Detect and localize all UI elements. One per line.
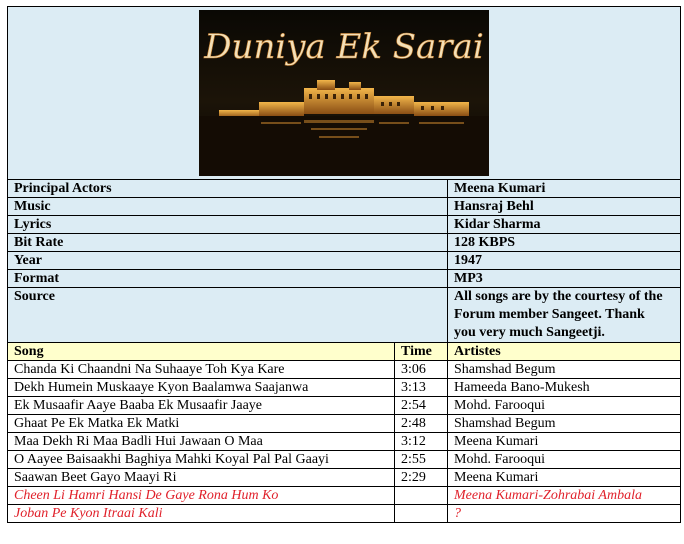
info-label: Music (7, 197, 448, 216)
song-artists: Meena Kumari (447, 432, 681, 451)
info-row-music: Music Hansraj Behl (7, 197, 681, 216)
info-value: Meena Kumari (447, 179, 681, 198)
song-artists: Shamshad Begum (447, 414, 681, 433)
movie-banner-image: Duniya Ek Sarai (199, 10, 489, 176)
song-row: Maa Dekh Ri Maa Badli Hui Jawaan O Maa 3… (7, 432, 681, 451)
song-time: 2:48 (394, 414, 448, 433)
song-row: O Aayee Baisaakhi Baghiya Mahki Koyal Pa… (7, 450, 681, 469)
song-artists: Mohd. Farooqui (447, 396, 681, 415)
song-time: 2:54 (394, 396, 448, 415)
song-time: 3:12 (394, 432, 448, 451)
col-header-time: Time (394, 342, 448, 361)
info-label: Bit Rate (7, 233, 448, 252)
info-label: Source (7, 287, 448, 343)
info-row-source: Source All songs are by the courtesy of … (7, 287, 681, 343)
song-title: O Aayee Baisaakhi Baghiya Mahki Koyal Pa… (7, 450, 395, 469)
song-title: Joban Pe Kyon Itraai Kali (7, 504, 395, 523)
info-value: Hansraj Behl (447, 197, 681, 216)
song-time: 2:29 (394, 468, 448, 487)
info-row-lyrics: Lyrics Kidar Sharma (7, 215, 681, 234)
info-label: Year (7, 251, 448, 270)
song-title: Ek Musaafir Aaye Baaba Ek Musaafir Jaaye (7, 396, 395, 415)
song-time (394, 486, 448, 505)
info-row-year: Year 1947 (7, 251, 681, 270)
info-value: Kidar Sharma (447, 215, 681, 234)
info-row-format: Format MP3 (7, 269, 681, 288)
song-row: Saawan Beet Gayo Maayi Ri 2:29 Meena Kum… (7, 468, 681, 487)
song-time: 3:06 (394, 360, 448, 379)
info-value: MP3 (447, 269, 681, 288)
info-row-principal-actors: Principal Actors Meena Kumari (7, 179, 681, 198)
song-title: Maa Dekh Ri Maa Badli Hui Jawaan O Maa (7, 432, 395, 451)
banner-title: Duniya Ek Sarai (203, 27, 483, 67)
song-title: Saawan Beet Gayo Maayi Ri (7, 468, 395, 487)
song-artists: Shamshad Begum (447, 360, 681, 379)
col-header-artists: Artistes (447, 342, 681, 361)
missing-song-row: Cheen Li Hamri Hansi De Gaye Rona Hum Ko… (7, 486, 681, 505)
song-row: Dekh Humein Muskaaye Kyon Baalamwa Saaja… (7, 378, 681, 397)
song-title: Cheen Li Hamri Hansi De Gaye Rona Hum Ko (7, 486, 395, 505)
song-time: 2:55 (394, 450, 448, 469)
info-value: All songs are by the courtesy of the For… (447, 287, 681, 343)
banner-cell: Duniya Ek Sarai (7, 6, 681, 180)
song-artists: Meena Kumari (447, 468, 681, 487)
song-title: Dekh Humein Muskaaye Kyon Baalamwa Saaja… (7, 378, 395, 397)
song-time: 3:13 (394, 378, 448, 397)
info-value: 1947 (447, 251, 681, 270)
song-time (394, 504, 448, 523)
song-artists: Hameeda Bano-Mukesh (447, 378, 681, 397)
song-row: Ek Musaafir Aaye Baaba Ek Musaafir Jaaye… (7, 396, 681, 415)
song-info-page: Duniya Ek Sarai Principal Actors Meena K… (7, 6, 681, 523)
song-row: Chanda Ki Chaandni Na Suhaaye Toh Kya Ka… (7, 360, 681, 379)
missing-song-row: Joban Pe Kyon Itraai Kali ? (7, 504, 681, 523)
song-title: Ghaat Pe Ek Matka Ek Matki (7, 414, 395, 433)
info-label: Format (7, 269, 448, 288)
song-artists: Meena Kumari-Zohrabai Ambala (447, 486, 681, 505)
info-value: 128 KBPS (447, 233, 681, 252)
song-title: Chanda Ki Chaandni Na Suhaaye Toh Kya Ka… (7, 360, 395, 379)
song-artists: ? (447, 504, 681, 523)
song-row: Ghaat Pe Ek Matka Ek Matki 2:48 Shamshad… (7, 414, 681, 433)
info-label: Lyrics (7, 215, 448, 234)
col-header-song: Song (7, 342, 395, 361)
songs-header-row: Song Time Artistes (7, 342, 681, 361)
info-row-bit-rate: Bit Rate 128 KBPS (7, 233, 681, 252)
song-info-table: Duniya Ek Sarai Principal Actors Meena K… (7, 6, 681, 523)
song-artists: Mohd. Farooqui (447, 450, 681, 469)
info-label: Principal Actors (7, 179, 448, 198)
